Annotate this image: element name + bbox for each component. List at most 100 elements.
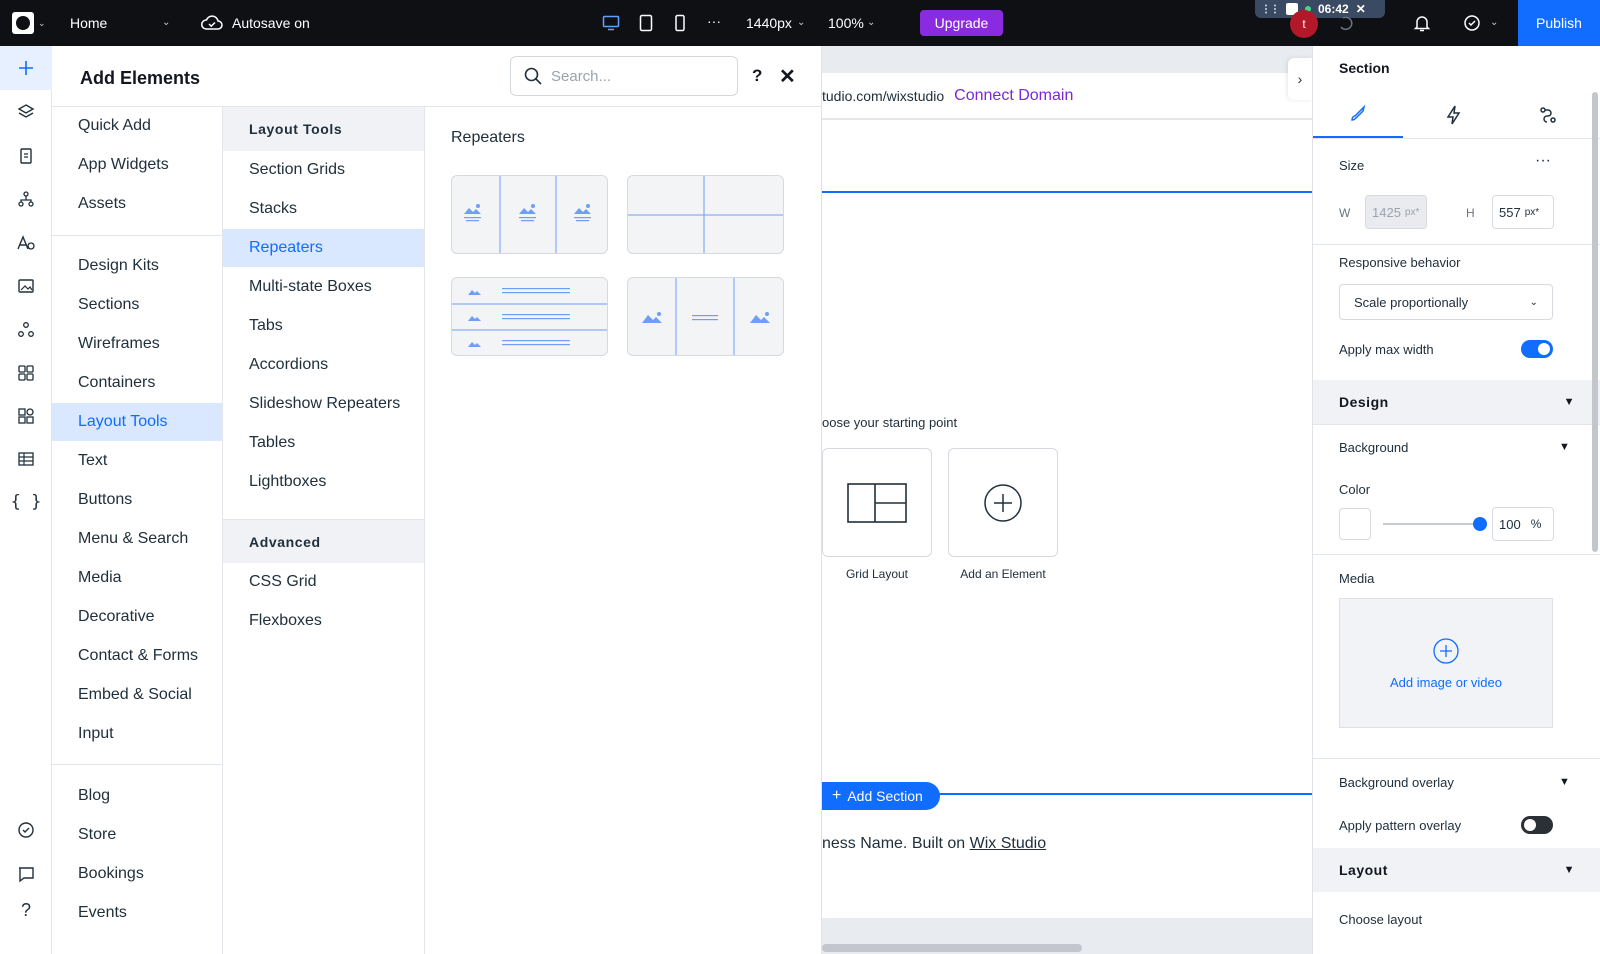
background-caret-icon[interactable]: ▼ [1559, 441, 1570, 453]
widgets-button[interactable] [0, 351, 52, 395]
horizontal-scrollbar[interactable] [822, 944, 1082, 952]
repeater-preset-list[interactable] [451, 277, 608, 356]
design-tab[interactable] [1313, 92, 1403, 138]
category-item[interactable]: Media [52, 559, 222, 597]
size-more-icon[interactable]: ··· [1535, 152, 1551, 170]
subcategory-item[interactable]: Lightboxes [223, 463, 424, 501]
category-item[interactable]: App Widgets [52, 146, 222, 184]
site-menu-button[interactable]: ⌄ [12, 12, 50, 34]
category-item[interactable]: Embed & Social [52, 676, 222, 714]
add-elements-button[interactable] [0, 46, 52, 90]
category-item[interactable]: Design Kits [52, 247, 222, 285]
category-item[interactable]: Containers [52, 364, 222, 402]
color-swatch[interactable] [1339, 508, 1371, 540]
breakpoint-width[interactable]: 1440px [746, 15, 792, 31]
category-item[interactable]: Quick Add [52, 107, 222, 145]
editor-canvas[interactable]: tudio.com/wixstudio Connect Domain oose … [822, 46, 1312, 954]
category-item[interactable]: Buttons [52, 481, 222, 519]
page-selector[interactable]: Home [70, 15, 107, 31]
overlay-caret-icon[interactable]: ▼ [1559, 776, 1570, 788]
category-item[interactable]: Blog [52, 777, 222, 815]
subcategory-item-active[interactable]: Repeaters [223, 229, 424, 267]
height-field[interactable]: 557 px* [1492, 195, 1554, 229]
responsive-behavior-select[interactable]: Scale proportionally ⌄ [1339, 284, 1553, 320]
pattern-overlay-toggle[interactable] [1521, 816, 1553, 834]
more-breakpoints-button[interactable]: ··· [707, 13, 721, 29]
close-recorder-icon[interactable]: ✕ [1356, 2, 1366, 16]
category-item[interactable]: Events [52, 894, 222, 932]
category-item[interactable]: Input [52, 715, 222, 753]
mobile-view-icon[interactable] [670, 13, 690, 33]
subcategory-item[interactable]: Accordions [223, 346, 424, 384]
site-structure-button[interactable] [0, 177, 52, 221]
close-icon[interactable]: ✕ [779, 64, 796, 89]
search-box[interactable] [510, 56, 738, 96]
subcategory-item[interactable]: Flexboxes [223, 602, 424, 640]
category-item[interactable]: Contact & Forms [52, 637, 222, 675]
grid-layout-card[interactable] [822, 448, 932, 557]
subcategory-item[interactable]: Multi-state Boxes [223, 268, 424, 306]
width-field[interactable]: 1425 px* [1365, 195, 1427, 229]
subcategory-item[interactable]: Tabs [223, 307, 424, 345]
connect-domain-link[interactable]: Connect Domain [954, 87, 1073, 105]
subcategory-item[interactable]: Tables [223, 424, 424, 462]
choose-layout-label: Choose layout [1339, 912, 1423, 927]
panel-help-button[interactable]: ? [752, 66, 762, 86]
footer-link[interactable]: Wix Studio [970, 835, 1046, 852]
opacity-field[interactable]: 100% [1492, 507, 1554, 541]
zoom-level[interactable]: 100% [828, 15, 864, 31]
subcategory-item[interactable]: Slideshow Repeaters [223, 385, 424, 423]
publish-button[interactable]: Publish [1518, 0, 1600, 46]
upgrade-button[interactable]: Upgrade [920, 10, 1003, 36]
collapse-inspector-button[interactable]: › [1288, 58, 1312, 100]
zoom-chevron-icon[interactable]: ⌄ [867, 17, 875, 28]
help-button[interactable]: ? [0, 888, 52, 932]
subcategory-item[interactable]: Stacks [223, 190, 424, 228]
category-item[interactable]: Assets [52, 185, 222, 223]
search-input[interactable] [551, 67, 721, 85]
code-button[interactable]: { } [0, 480, 52, 524]
repeater-preset-three-columns[interactable] [451, 175, 608, 254]
design-section-header[interactable]: Design ▼ [1313, 380, 1600, 424]
drag-handle-icon[interactable]: ⋮⋮ [1261, 4, 1280, 15]
table-button[interactable] [0, 437, 52, 481]
connect-tab[interactable] [1503, 92, 1593, 138]
layers-button[interactable] [0, 90, 52, 134]
site-actions-icon[interactable] [1462, 13, 1484, 36]
apps-button[interactable] [0, 308, 52, 352]
repeater-preset-slides[interactable] [627, 277, 784, 356]
layout-section-header[interactable]: Layout ▼ [1313, 848, 1600, 892]
add-section-button[interactable]: + Add Section [822, 782, 940, 810]
desktop-view-icon[interactable] [601, 13, 621, 33]
media-button[interactable] [0, 264, 52, 308]
undo-icon[interactable] [1336, 14, 1354, 35]
inspector-scrollbar[interactable] [1592, 92, 1598, 552]
category-item-active[interactable]: Layout Tools [52, 403, 222, 441]
category-item[interactable]: Wireframes [52, 325, 222, 363]
max-width-toggle[interactable] [1521, 340, 1553, 358]
category-item[interactable]: Menu & Search [52, 520, 222, 558]
tablet-view-icon[interactable] [636, 13, 656, 33]
interactions-tab[interactable] [1408, 92, 1498, 138]
opacity-slider[interactable] [1383, 523, 1479, 525]
text-theme-button[interactable] [0, 221, 52, 265]
category-item[interactable]: Sections [52, 286, 222, 324]
page-chevron-down-icon[interactable]: ⌄ [162, 17, 170, 28]
category-item[interactable]: Text [52, 442, 222, 480]
category-item[interactable]: Bookings [52, 855, 222, 893]
pages-button[interactable] [0, 134, 52, 178]
category-item[interactable]: Decorative [52, 598, 222, 636]
add-media-box[interactable]: Add image or video [1339, 598, 1553, 728]
add-element-card[interactable] [948, 448, 1058, 557]
opacity-slider-handle[interactable] [1473, 517, 1487, 531]
subcategory-item[interactable]: Section Grids [223, 151, 424, 189]
avatar[interactable]: t [1290, 10, 1318, 38]
breakpoint-chevron-icon[interactable]: ⌄ [797, 17, 805, 28]
site-actions-chevron-icon[interactable]: ⌄ [1490, 17, 1498, 28]
cms-button[interactable] [0, 394, 52, 438]
category-item[interactable]: Store [52, 816, 222, 854]
subcategory-item[interactable]: CSS Grid [223, 563, 424, 601]
notifications-bell-icon[interactable] [1412, 13, 1432, 36]
repeater-preset-grid[interactable] [627, 175, 784, 254]
checklist-button[interactable] [0, 808, 52, 852]
